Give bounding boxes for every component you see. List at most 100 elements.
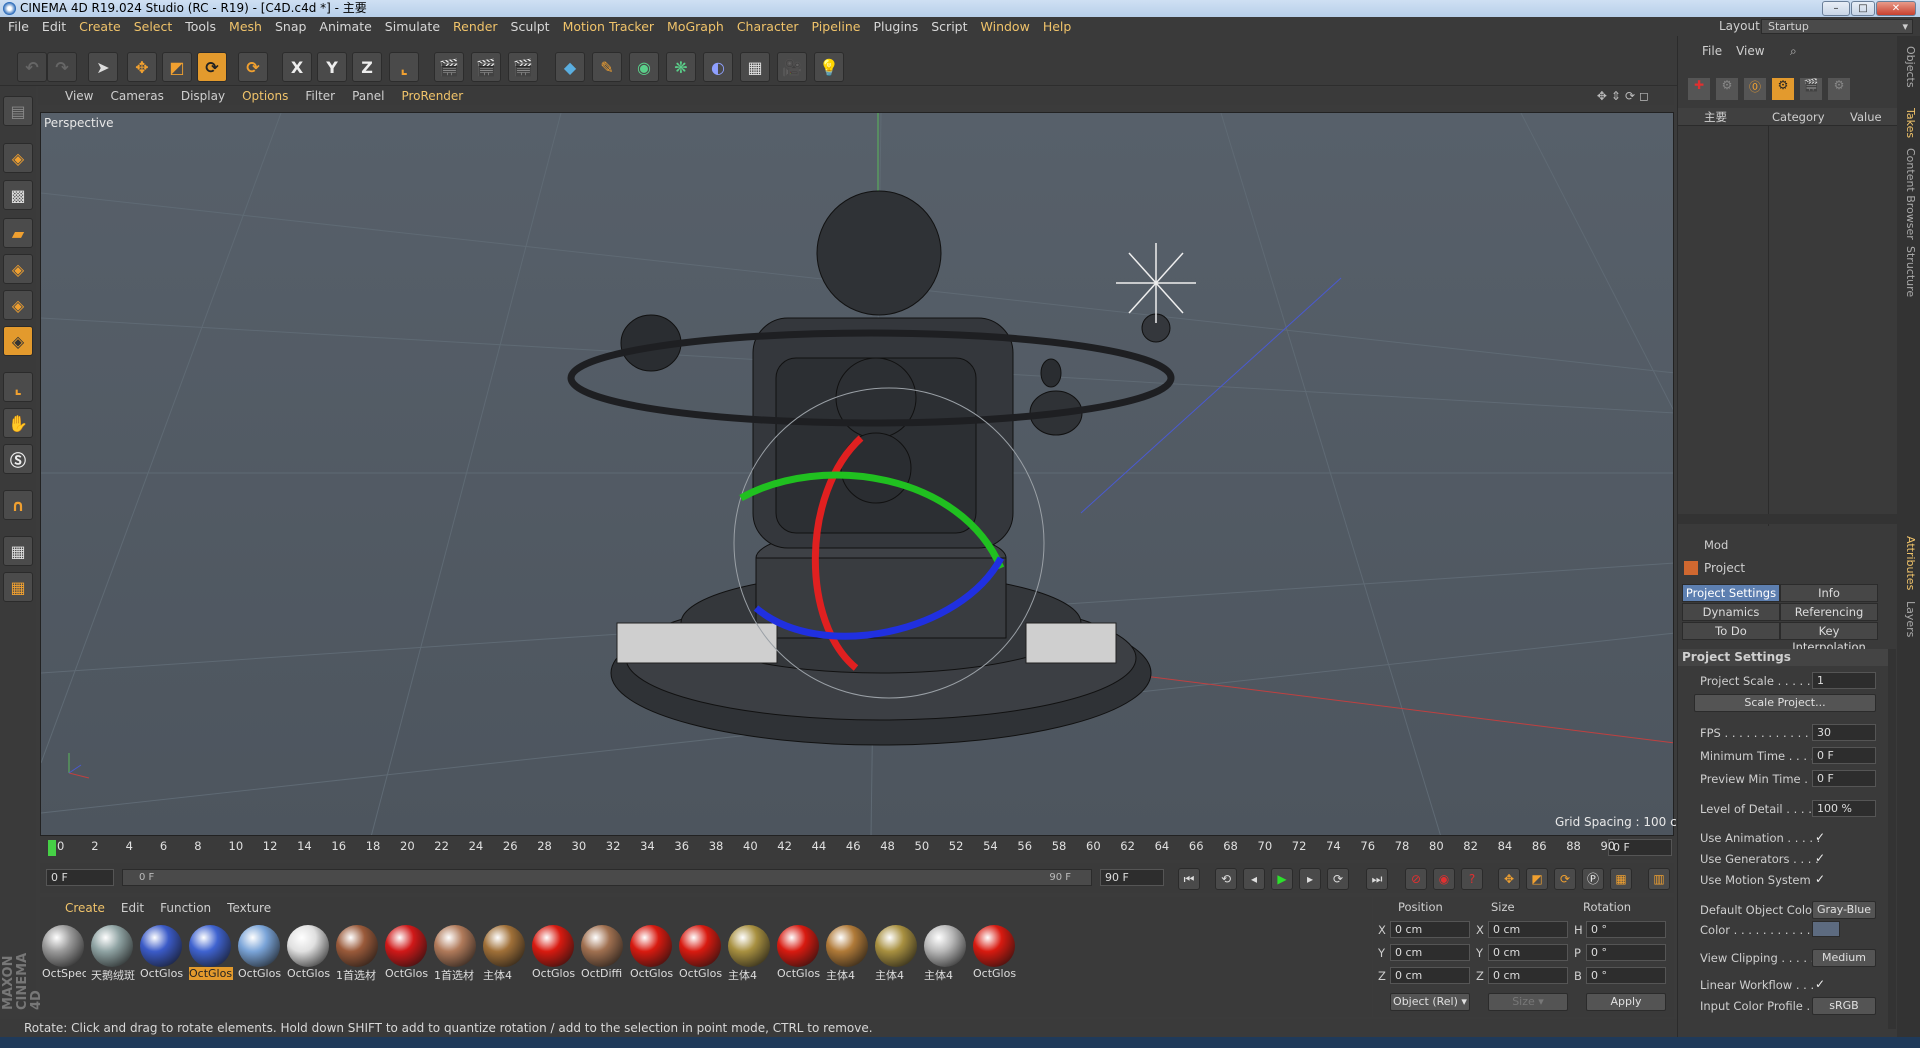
key-rotation-icon[interactable]: ⟳ — [1554, 868, 1576, 890]
menu-edit[interactable]: Edit — [42, 19, 66, 34]
material-swatch[interactable]: OctGlos — [189, 925, 233, 984]
takes-lock-icon[interactable]: ⚙ — [1828, 78, 1850, 100]
search-icon[interactable]: ⌕ — [1790, 44, 1797, 59]
menu-render[interactable]: Render — [453, 19, 498, 34]
rotation-h-field[interactable]: 0 ° — [1586, 921, 1666, 938]
menu-snap[interactable]: Snap — [275, 19, 306, 34]
cube-primitive-icon[interactable]: ◆ — [555, 52, 585, 82]
range-slider[interactable]: 0 F 90 F — [122, 869, 1092, 886]
mat-menu-create[interactable]: Create — [65, 901, 105, 915]
material-swatch[interactable]: 天鹅绒斑 — [91, 925, 135, 984]
go-to-start-icon[interactable]: ⏮ — [1178, 868, 1200, 890]
takes-add-icon[interactable]: ✚ — [1688, 78, 1710, 100]
obj-menu-view[interactable]: View — [1736, 44, 1764, 58]
material-swatch[interactable]: 主体4 — [483, 925, 527, 984]
key-pla-icon[interactable]: ▦ — [1610, 868, 1632, 890]
next-frame-icon[interactable]: ▸ — [1299, 868, 1321, 890]
tab-project-settings[interactable]: Project Settings — [1682, 584, 1780, 602]
material-swatch[interactable]: 主体4 — [924, 925, 968, 984]
camera-icon[interactable]: 🎥 — [777, 52, 807, 82]
tab-info[interactable]: Info — [1780, 584, 1878, 602]
undo-icon[interactable]: ↶ — [17, 52, 47, 82]
rotate-icon[interactable]: ⟳ — [197, 52, 227, 82]
menu-animate[interactable]: Animate — [319, 19, 371, 34]
linear-workflow-checkbox[interactable]: ✓ — [1815, 978, 1827, 990]
position-z-field[interactable]: 0 cm — [1390, 967, 1470, 984]
y-axis-lock-button[interactable]: Y — [317, 52, 347, 82]
magnet-icon[interactable]: ∩ — [3, 490, 33, 520]
maximize-button[interactable]: □ — [1851, 1, 1875, 16]
default-color-dropdown[interactable]: Gray-Blue — [1812, 901, 1876, 919]
key-scale-icon[interactable]: ◩ — [1526, 868, 1548, 890]
menu-character[interactable]: Character — [737, 19, 799, 34]
pen-spline-icon[interactable]: ✎ — [592, 52, 622, 82]
next-key-icon[interactable]: ⟳ — [1327, 868, 1349, 890]
x-axis-lock-button[interactable]: X — [282, 52, 312, 82]
record-keys-icon[interactable]: ⊘ — [1405, 868, 1427, 890]
render-picture-viewer-icon[interactable]: 🎬 — [471, 52, 501, 82]
lod-field[interactable]: 100 % — [1812, 800, 1876, 817]
minimize-button[interactable]: – — [1822, 1, 1850, 16]
material-swatch[interactable]: 1首选材 — [434, 925, 478, 984]
3d-viewport[interactable] — [40, 112, 1674, 836]
move-icon[interactable]: ✥ — [127, 52, 157, 82]
axis-mode-icon[interactable]: ⌞ — [3, 372, 33, 402]
vp-menu-prorender[interactable]: ProRender — [401, 89, 463, 103]
points-mode-icon[interactable]: ◈ — [3, 254, 33, 284]
play-icon[interactable]: ▶ — [1271, 868, 1293, 890]
previous-frame-icon[interactable]: ◂ — [1243, 868, 1265, 890]
takes-render-icon[interactable]: 🎬 — [1800, 78, 1822, 100]
side-tab-structure[interactable]: Structure — [1899, 246, 1917, 297]
scale-icon[interactable]: ◩ — [162, 52, 192, 82]
object-scrollbar[interactable] — [1678, 514, 1898, 524]
select-arrow-icon[interactable]: ➤ — [88, 52, 118, 82]
vp-menu-panel[interactable]: Panel — [352, 89, 384, 103]
takes-auto-icon[interactable]: ⚙ — [1772, 78, 1794, 100]
go-to-end-icon[interactable]: ⏭ — [1366, 868, 1388, 890]
input-profile-dropdown[interactable]: sRGB — [1812, 997, 1876, 1015]
color-swatch[interactable] — [1812, 921, 1840, 937]
rotation-p-field[interactable]: 0 ° — [1586, 944, 1666, 961]
material-swatch[interactable]: 主体4 — [875, 925, 919, 984]
takes-override-icon[interactable]: ⓪ — [1744, 78, 1766, 100]
attribute-scrollbar[interactable] — [1888, 649, 1896, 1029]
material-swatch[interactable]: 主体4 — [826, 925, 870, 984]
material-swatch[interactable]: OctGlos — [630, 925, 674, 984]
array-generator-icon[interactable]: ❋ — [666, 52, 696, 82]
start-frame-field[interactable]: 0 F — [46, 869, 114, 886]
tab-to-do[interactable]: To Do — [1682, 622, 1780, 640]
fps-field[interactable]: 30 — [1812, 724, 1876, 741]
size-y-field[interactable]: 0 cm — [1488, 944, 1568, 961]
material-swatch[interactable]: 主体4 — [728, 925, 772, 984]
key-position-icon[interactable]: ✥ — [1498, 868, 1520, 890]
menu-pipeline[interactable]: Pipeline — [812, 19, 861, 34]
menu-mograph[interactable]: MoGraph — [667, 19, 724, 34]
project-scale-field[interactable]: 1 — [1812, 672, 1876, 689]
render-settings-icon[interactable]: 🎬 — [508, 52, 538, 82]
mat-menu-function[interactable]: Function — [160, 901, 211, 915]
menu-simulate[interactable]: Simulate — [385, 19, 440, 34]
menu-tools[interactable]: Tools — [185, 19, 216, 34]
edges-mode-icon[interactable]: ◈ — [3, 290, 33, 320]
material-swatch[interactable]: OctGlos — [777, 925, 821, 984]
menu-plugins[interactable]: Plugins — [873, 19, 918, 34]
obj-menu-file[interactable]: File — [1702, 44, 1722, 58]
coordinate-system-icon[interactable]: ⌞ — [389, 52, 419, 82]
view-clipping-dropdown[interactable]: Medium — [1812, 949, 1876, 967]
locked-workplane-icon[interactable]: ▦ — [3, 572, 33, 602]
viewport-nav-icons[interactable]: ✥⇕⟳◻ — [1597, 89, 1653, 103]
scale-project-button[interactable]: Scale Project... — [1694, 694, 1876, 712]
material-swatch[interactable]: OctGlos — [140, 925, 184, 984]
layout-dropdown[interactable]: Startup ▾ — [1761, 19, 1913, 34]
model-mode-icon[interactable]: ◈ — [3, 143, 33, 173]
deformer-icon[interactable]: ◐ — [703, 52, 733, 82]
tab-key-interpolation[interactable]: Key Interpolation — [1780, 622, 1878, 654]
light-icon[interactable]: 💡 — [814, 52, 844, 82]
coordinate-mode-dropdown[interactable]: Object (Rel) ▾ — [1390, 993, 1470, 1011]
render-view-icon[interactable]: 🎬 — [434, 52, 464, 82]
menu-file[interactable]: File — [8, 19, 29, 34]
side-tab-layers[interactable]: Layers — [1899, 601, 1917, 637]
position-x-field[interactable]: 0 cm — [1390, 921, 1470, 938]
menu-sculpt[interactable]: Sculpt — [511, 19, 550, 34]
tweak-mode-icon[interactable]: ✋ — [3, 408, 33, 438]
